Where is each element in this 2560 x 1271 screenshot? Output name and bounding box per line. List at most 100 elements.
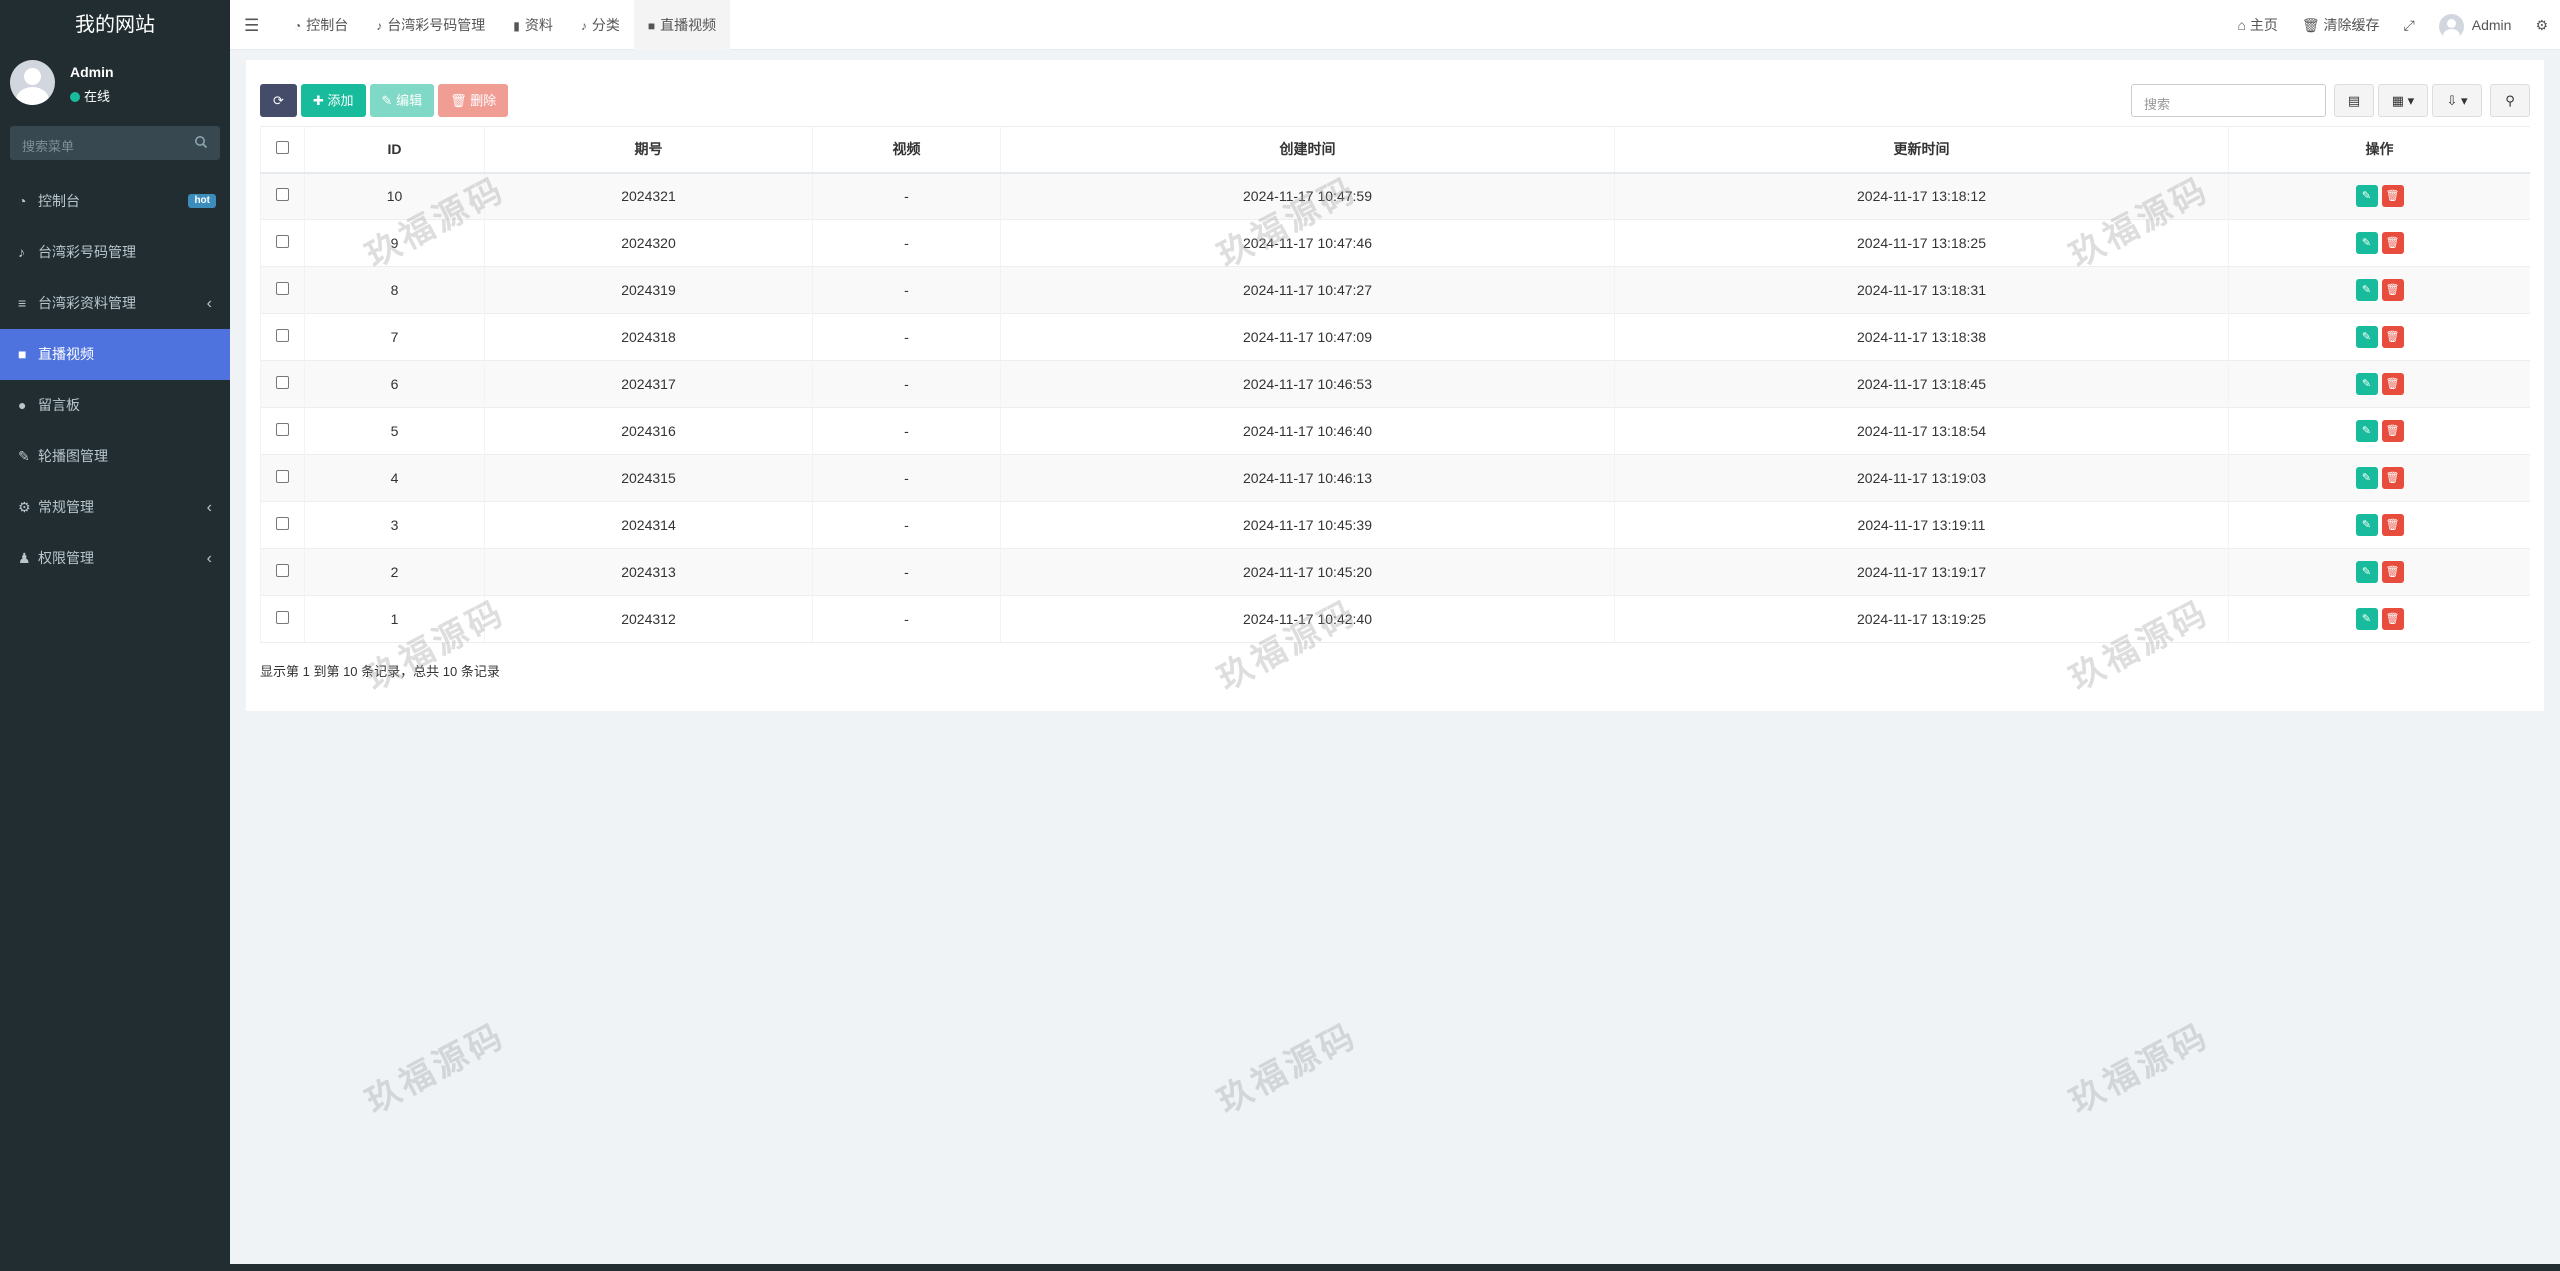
table-row[interactable]: 9 2024320-2024-11-17 10:47:46 2024-11-17 1… <box>260 219 2530 267</box>
export-button[interactable]: ⇩ ▾ <box>2432 84 2482 117</box>
row-checkbox[interactable] <box>276 376 289 389</box>
delete-button[interactable]: 🗑 删除 <box>438 84 509 117</box>
row-checkbox[interactable] <box>276 235 289 248</box>
row-delete-button[interactable]: 🗑 <box>2381 561 2404 583</box>
row-checkbox[interactable] <box>276 564 289 577</box>
row-checkbox[interactable] <box>276 423 289 436</box>
row-checkbox[interactable] <box>276 282 289 295</box>
row-delete-button[interactable]: 🗑 <box>2381 326 2404 348</box>
table-row[interactable]: 2 2024313-2024-11-17 10:45:20 2024-11-17 1… <box>260 548 2530 596</box>
cell-created: 2024-11-17 10:47:09 <box>1000 313 1615 361</box>
col-updated[interactable]: 更新时间 <box>1614 126 2229 174</box>
table-row[interactable]: 6 2024317-2024-11-17 10:46:53 2024-11-17 1… <box>260 360 2530 408</box>
row-delete-button[interactable]: 🗑 <box>2381 185 2404 208</box>
sidebar-item[interactable]: ⚙ 常规管理 ‹ <box>0 482 230 533</box>
row-edit-button[interactable]: ✎ <box>2355 420 2378 442</box>
menu-toggle-icon[interactable]: ☰ <box>244 16 259 36</box>
sidebar-item[interactable]: ≡ 台湾彩资料管理 ‹ <box>0 278 230 329</box>
row-checkbox[interactable] <box>276 188 289 202</box>
row-delete-button[interactable]: 🗑 <box>2381 373 2404 395</box>
row-delete-button[interactable]: 🗑 <box>2381 608 2404 630</box>
clear-cache-button[interactable]: 🗑 清除缓存 <box>2290 0 2392 50</box>
search-icon[interactable] <box>194 135 208 152</box>
sidebar-item[interactable]: ♪ 台湾彩号码管理 <box>0 227 230 278</box>
table-row[interactable]: 1 2024312-2024-11-17 10:42:40 2024-11-17 1… <box>260 595 2530 643</box>
nav-tab[interactable]: ◔ 控制台 <box>280 0 362 50</box>
row-edit-button[interactable]: ✎ <box>2355 467 2378 489</box>
table-row[interactable]: 4 2024315-2024-11-17 10:46:13 2024-11-17 1… <box>260 454 2530 502</box>
refresh-button[interactable]: ⟳ <box>260 84 297 117</box>
columns-button[interactable]: ▦ ▾ <box>2378 84 2428 117</box>
nav-tab[interactable]: ▮ 资料 <box>499 0 567 50</box>
nav-tab[interactable]: ■ 直播视频 <box>633 0 731 50</box>
fullscreen-icon[interactable]: ⤢ <box>2392 0 2427 50</box>
row-checkbox[interactable] <box>276 517 289 530</box>
col-id[interactable]: ID <box>304 126 485 174</box>
user-avatar-small <box>2438 13 2464 39</box>
col-period[interactable]: 期号 <box>484 126 813 174</box>
col-created[interactable]: 创建时间 <box>1000 126 1615 174</box>
select-all-header[interactable] <box>260 126 305 174</box>
row-checkbox[interactable] <box>276 470 289 483</box>
select-all-checkbox[interactable] <box>276 141 289 155</box>
row-delete-button[interactable]: 🗑 <box>2381 232 2404 254</box>
table-search-input[interactable]: 搜索 <box>2131 84 2326 117</box>
sidebar-item[interactable]: ● 留言板 <box>0 380 230 431</box>
row-edit-button[interactable]: ✎ <box>2355 514 2378 536</box>
row-delete-button[interactable]: 🗑 <box>2381 279 2404 301</box>
row-edit-button[interactable]: ✎ <box>2355 561 2378 583</box>
row-delete-button[interactable]: 🗑 <box>2381 420 2404 442</box>
bell-icon: ♪ <box>18 244 25 260</box>
cell-updated: 2024-11-17 13:19:03 <box>1614 454 2229 502</box>
cell-created: 2024-11-17 10:46:40 <box>1000 407 1615 455</box>
row-select-cell[interactable] <box>260 501 305 549</box>
row-select-cell[interactable] <box>260 313 305 361</box>
row-edit-button[interactable]: ✎ <box>2355 608 2378 630</box>
table-row[interactable]: 7 2024318-2024-11-17 10:47:09 2024-11-17 1… <box>260 313 2530 361</box>
user-menu[interactable]: Admin <box>2427 0 2524 50</box>
row-edit-button[interactable]: ✎ <box>2355 185 2378 208</box>
chevron-left-icon: ‹ <box>206 550 212 567</box>
row-edit-button[interactable]: ✎ <box>2355 373 2378 395</box>
sidebar-item[interactable]: ✎ 轮播图管理 <box>0 431 230 482</box>
row-delete-button[interactable]: 🗑 <box>2381 514 2404 536</box>
cell-created: 2024-11-17 10:46:13 <box>1000 454 1615 502</box>
sidebar-item-label: 轮播图管理 <box>38 448 108 464</box>
nav-tab[interactable]: ♪ 分类 <box>567 0 634 50</box>
cell-updated: 2024-11-17 13:19:11 <box>1614 501 2229 549</box>
top-navbar: ☰ ◔ 控制台 ♪ 台湾彩号码管理 ▮ 资料 ♪ 分类 ■ 直播视频 ⌂ 主页 🗑 清除缓存 ⤢ … <box>230 0 2560 50</box>
settings-gear-icon[interactable]: ⚙ <box>2523 0 2560 50</box>
table-row[interactable]: 10 2024321-2024-11-17 10:47:59 2024-11-17 … <box>260 172 2530 220</box>
row-select-cell[interactable] <box>260 595 305 643</box>
row-select-cell[interactable] <box>260 454 305 502</box>
row-select-cell[interactable] <box>260 360 305 408</box>
delete-label: 删除 <box>470 93 497 108</box>
row-select-cell[interactable] <box>260 407 305 455</box>
row-select-cell[interactable] <box>260 219 305 267</box>
row-checkbox[interactable] <box>276 329 289 342</box>
row-checkbox[interactable] <box>276 611 289 624</box>
edit-button[interactable]: ✎ 编辑 <box>369 84 435 117</box>
row-edit-button[interactable]: ✎ <box>2355 232 2378 254</box>
row-select-cell[interactable] <box>260 266 305 314</box>
add-button[interactable]: ✚ 添加 <box>301 84 366 117</box>
advanced-search-button[interactable]: ⚲ <box>2490 84 2530 117</box>
table-row[interactable]: 3 2024314-2024-11-17 10:45:39 2024-11-17 1… <box>260 501 2530 549</box>
row-select-cell[interactable] <box>260 172 305 220</box>
row-edit-button[interactable]: ✎ <box>2355 326 2378 348</box>
sidebar-item[interactable]: ■ 直播视频 <box>0 329 230 380</box>
col-video[interactable]: 视频 <box>812 126 1001 174</box>
sidebar-item[interactable]: ◔ 控制台 hot <box>0 176 230 227</box>
cell-id: 7 <box>304 313 485 361</box>
table-row[interactable]: 5 2024316-2024-11-17 10:46:40 2024-11-17 1… <box>260 407 2530 455</box>
row-delete-button[interactable]: 🗑 <box>2381 467 2404 489</box>
site-logo[interactable]: 我的网站 <box>0 0 230 50</box>
sidebar-search-input[interactable]: 搜索菜单 <box>10 126 220 160</box>
sidebar-item[interactable]: ♟ 权限管理 ‹ <box>0 533 230 584</box>
toggle-view-button[interactable]: ▤ <box>2334 84 2374 117</box>
row-edit-button[interactable]: ✎ <box>2355 279 2378 301</box>
nav-tab[interactable]: ♪ 台湾彩号码管理 <box>362 0 499 50</box>
home-link[interactable]: ⌂ 主页 <box>2226 0 2290 50</box>
row-select-cell[interactable] <box>260 548 305 596</box>
table-row[interactable]: 8 2024319-2024-11-17 10:47:27 2024-11-17 1… <box>260 266 2530 314</box>
